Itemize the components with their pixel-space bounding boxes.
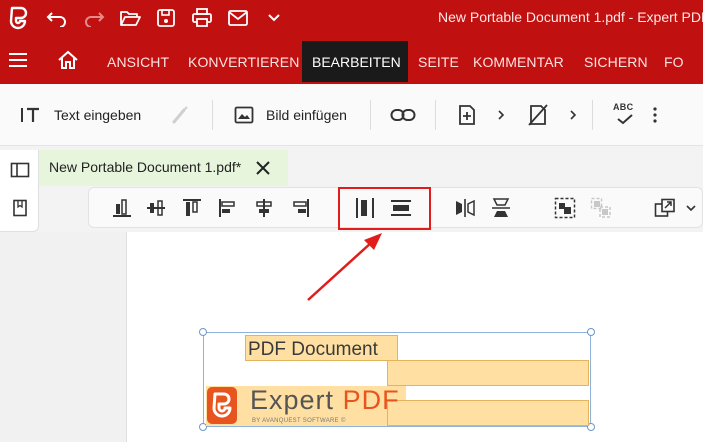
more-vertical-icon [653,107,657,123]
menu-kommentar[interactable]: KOMMENTAR [473,54,564,70]
window-title: New Portable Document 1.pdf - Expert PDF [438,9,703,25]
flip-horizontal-button[interactable] [453,196,477,220]
menu-fo[interactable]: FO [664,54,684,70]
link-button[interactable] [390,84,416,146]
hamburger-menu-icon[interactable] [4,46,32,74]
flip-horizontal-icon [456,199,475,217]
delete-page-button[interactable] [527,84,549,146]
panel-toggle-button[interactable] [8,158,32,182]
menu-bearbeiten[interactable]: BEARBEITEN [302,41,408,82]
sidebar-panel-icon [10,162,30,178]
align-horizontal-center-icon [256,199,272,217]
brush-icon [172,106,188,124]
more-options-button[interactable] [652,84,658,146]
toolbar-divider [212,100,213,130]
align-vertical-center-button[interactable] [144,196,168,220]
save-icon[interactable] [152,4,180,32]
highlight-annotation-box [338,187,431,230]
side-panel [0,150,39,232]
toolbar-divider [435,100,436,130]
app-logo-icon[interactable] [4,4,32,32]
bookmark-icon [13,199,27,217]
form-field-box[interactable] [387,400,589,426]
align-vertical-center-icon [147,200,165,216]
chevron-down-icon [686,205,696,212]
spell-check-button[interactable]: ABC [612,84,636,146]
resize-handle-top-right[interactable] [587,328,595,336]
toolbar-divider [592,100,593,130]
align-bottom-button[interactable] [110,196,134,220]
close-tab-button[interactable] [251,156,275,180]
arrange-dropdown-button[interactable] [679,196,703,220]
align-horizontal-center-button[interactable] [252,196,276,220]
insert-image-label: Bild einfügen [266,107,347,123]
align-right-icon [293,199,309,217]
group-button[interactable] [553,196,577,220]
checkmark-icon [617,114,633,125]
close-icon [256,161,270,175]
align-left-icon [219,199,235,217]
menu-sichern[interactable]: SICHERN [584,54,648,70]
ungroup-button[interactable] [589,196,613,220]
align-top-icon [183,199,201,216]
text-input-button[interactable]: Text eingeben [20,84,141,146]
page-strike-icon [528,104,548,126]
menu-bearbeiten-label: BEARBEITEN [312,54,401,70]
edit-toolbar: Text eingeben Bild einfügen ABC [0,84,703,146]
redo-icon[interactable] [80,4,108,32]
link-icon [390,109,416,121]
mail-icon[interactable] [224,4,252,32]
print-icon[interactable] [188,4,216,32]
logo-word-pdf: PDF [342,385,400,415]
chevron-right-icon [570,110,577,120]
title-bar: New Portable Document 1.pdf - Expert PDF [0,0,703,36]
form-field-box[interactable] [387,360,589,386]
bookmark-panel-button[interactable] [8,196,32,220]
menu-konvertieren[interactable]: KONVERTIEREN [188,54,299,70]
flip-vertical-button[interactable] [489,196,513,220]
align-bottom-icon [113,199,131,217]
text-field-box[interactable]: PDF Document [245,335,398,361]
page-add-icon [459,105,475,125]
add-page-button[interactable] [457,84,477,146]
menu-seite[interactable]: SEITE [418,54,459,70]
chevron-down-icon[interactable] [260,4,288,32]
undo-icon[interactable] [43,4,71,32]
bring-forward-icon [654,198,675,217]
image-icon [234,106,254,124]
toolbar-divider [370,100,371,130]
flip-vertical-icon [492,198,510,217]
chevron-right-icon [498,110,505,120]
spell-check-abc-label: ABC [613,102,634,112]
brush-button[interactable] [170,84,190,146]
align-right-button[interactable] [288,196,312,220]
logo-wordmark: Expert PDF [250,385,400,416]
logo-subtitle: BY AVANQUEST SOFTWARE © [252,418,346,424]
ungroup-icon [590,197,611,218]
insert-image-button[interactable]: Bild einfügen [234,84,347,146]
align-left-button[interactable] [216,196,240,220]
group-icon [554,197,576,219]
arrange-button[interactable] [653,196,677,220]
expert-pdf-logo-icon [207,387,237,424]
delete-page-expand-button[interactable] [569,84,577,146]
add-page-expand-button[interactable] [497,84,505,146]
logo-word-expert: Expert [250,385,335,415]
home-icon[interactable] [54,46,82,74]
document-tab-label: New Portable Document 1.pdf* [49,159,242,175]
text-input-label: Text eingeben [54,107,142,123]
resize-handle-top-left[interactable] [199,328,207,336]
align-top-button[interactable] [180,196,204,220]
menu-ansicht[interactable]: ANSICHT [107,54,169,70]
text-field-content: PDF Document [248,339,378,360]
text-cursor-icon [21,107,39,122]
document-tab[interactable]: New Portable Document 1.pdf* [39,150,288,186]
open-folder-icon[interactable] [116,4,144,32]
